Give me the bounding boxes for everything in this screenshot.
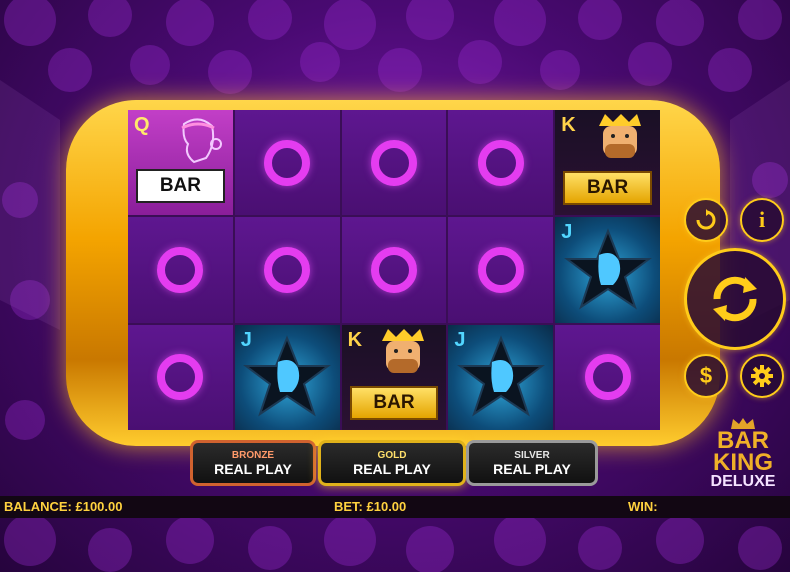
info-icon: i [758,207,766,232]
reel-5-row-1-king: K BAR [555,110,660,216]
logo-line-king: KING [713,449,773,476]
reel-4-row-2-ring [448,217,554,323]
bronze-real-play-button[interactable]: BRONZE REAL PLAY [190,440,316,486]
symbol-letter: K [347,328,363,351]
reel-5-row-3-ring [555,324,660,430]
ring-symbol-icon [264,246,311,293]
silver-real-play-button[interactable]: SILVER REAL PLAY [466,440,598,486]
reel-4-row-3-jack: J [448,324,554,430]
bar-plate-gold: BAR [349,386,439,420]
ring-symbol-icon [157,354,204,401]
gold-real-play-label: REAL PLAY [353,460,431,477]
ring-symbol-icon [477,139,524,186]
reel-1-row-3-ring [128,324,233,430]
silver-real-play-label: REAL PLAY [493,460,571,477]
gold-real-play-button[interactable]: GOLD REAL PLAY [318,440,466,486]
stake-button[interactable]: $ [684,354,728,398]
ring-symbol-icon [370,139,417,186]
bet-readout: BET: £10.00 [334,499,407,514]
reel-2-row-2-ring [234,217,340,323]
reel-3-row-2-ring [341,217,447,323]
symbol-letter: K [561,114,576,136]
status-bar: BALANCE: £100.00 BET: £10.00 WIN: [0,496,790,518]
jack-star-icon [243,335,332,417]
ring-symbol-icon [477,246,524,293]
autoplay-icon [696,209,716,230]
settings-button[interactable] [740,354,784,398]
reel-1-row-1-queen: Q BAR [128,110,233,216]
gear-icon [751,365,773,387]
reel-2-row-3-jack: J [234,324,340,430]
reel-3-row-3-king: K BAR [341,324,447,430]
game-logo: BAR KING DELUXE [700,418,786,490]
autoplay-button[interactable] [684,198,728,242]
ring-symbol-icon [157,246,204,293]
info-button[interactable]: i [740,198,784,242]
logo-line-deluxe: DELUXE [710,473,776,490]
spin-button[interactable] [684,248,786,350]
ring-symbol-icon [584,354,631,401]
king-face-icon [599,114,642,158]
bar-plate-white: BAR [136,169,225,204]
bronze-tier-label: BRONZE [231,449,275,461]
reel-2-row-1-ring [234,110,340,216]
bronze-real-play-label: REAL PLAY [214,460,292,477]
ring-symbol-icon [264,139,311,186]
queen-face-icon [181,118,222,164]
reel-5-row-2-jack: J [555,217,660,323]
jack-star-icon [456,335,545,417]
silver-tier-label: SILVER [514,449,550,461]
reel-3-row-1-ring [341,110,447,216]
gold-tier-label: GOLD [377,449,407,461]
win-readout: WIN: [628,499,658,514]
reel-1-row-2-ring [128,217,233,323]
reel-grid: Q BAR K BAR J J K BAR J [128,110,660,430]
ring-symbol-icon [370,246,417,293]
symbol-letter: J [454,328,466,351]
jack-star-icon [563,228,652,310]
bar-plate-gold: BAR [563,171,652,206]
symbol-letter: J [561,221,573,244]
spin-arrows-icon [713,276,757,322]
balance-readout: BALANCE: £100.00 [4,499,123,514]
king-face-icon [381,328,424,373]
symbol-letter: J [240,328,252,351]
reel-4-row-1-ring [448,110,554,216]
symbol-letter: Q [134,114,150,136]
dollar-icon: $ [699,363,713,388]
